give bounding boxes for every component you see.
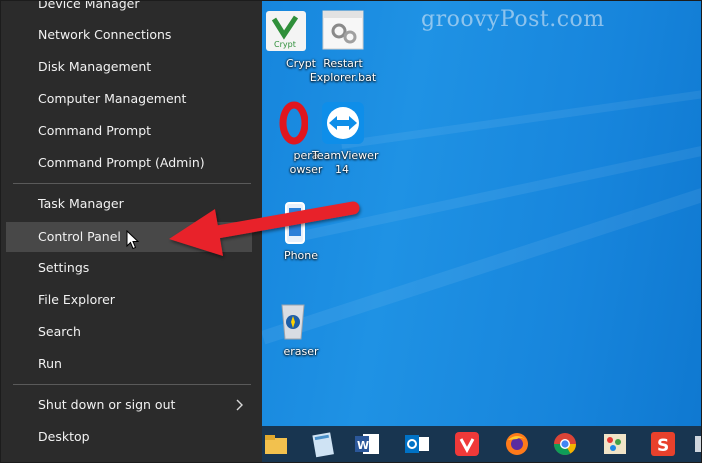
annotation-arrow	[169, 201, 360, 256]
screenshot-frame: groovyPost.com Crypt Crypt Restart Explo…	[0, 0, 702, 463]
